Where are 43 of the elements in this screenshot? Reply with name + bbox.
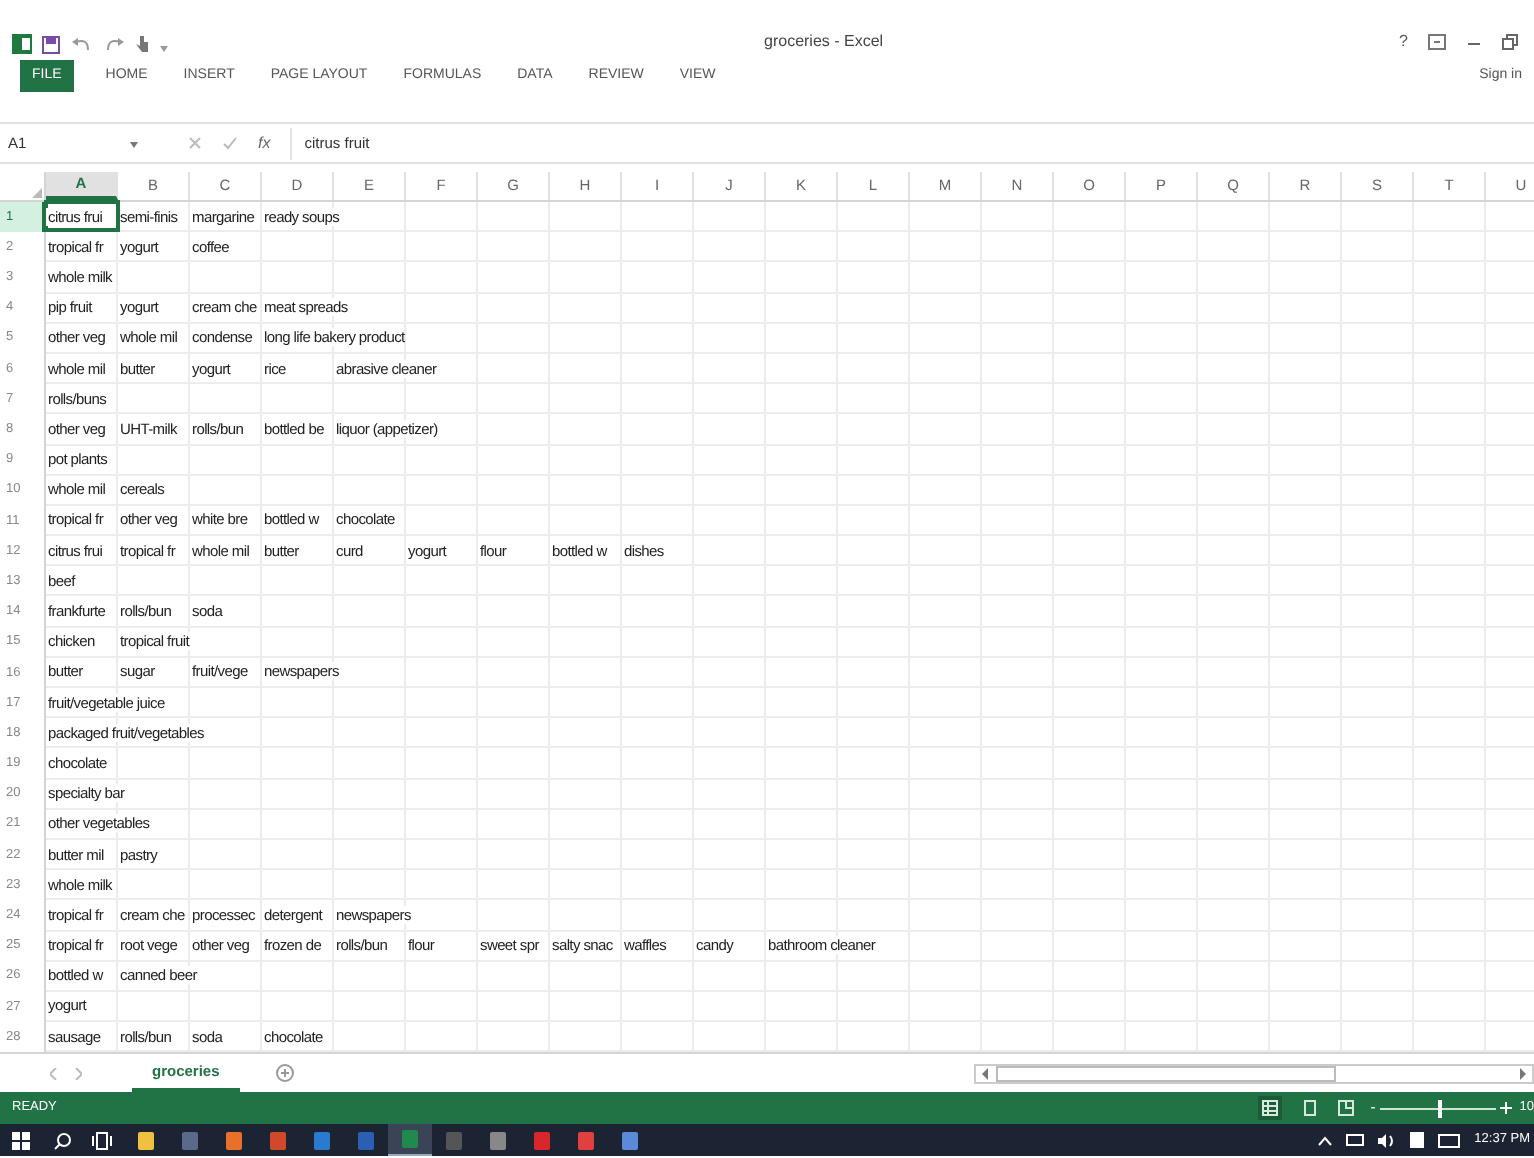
insert-function-button[interactable]: fx [258,131,271,155]
normal-view-icon[interactable] [1258,1096,1283,1121]
monitor-icon[interactable] [1346,1133,1365,1148]
app-tile-icon [534,1131,550,1150]
add-sheet-icon[interactable] [275,1064,294,1083]
scroll-right-icon[interactable] [1518,1067,1526,1080]
zoom-out-button[interactable]: - [1370,1100,1376,1117]
redo-icon[interactable] [102,36,126,54]
ribbon-display-icon[interactable] [1428,34,1446,50]
search-icon[interactable] [54,1131,72,1150]
page-layout-icon[interactable] [1302,1100,1319,1117]
app-tile-icon [446,1131,462,1150]
app-tile-icon [622,1131,638,1150]
spreadsheet-logo-icon [12,34,32,54]
caret-icon[interactable] [158,42,170,54]
chevron-up-icon[interactable] [1318,1135,1333,1146]
app-tile-icon [270,1131,286,1150]
undo-icon[interactable] [70,36,94,54]
zoom-slider-thumb[interactable] [1437,1099,1442,1118]
window-title: groceries - Excel [764,30,884,54]
zoom-in-icon[interactable] [1499,1102,1512,1115]
hand-icon[interactable] [134,34,150,54]
horizontal-scrollbar[interactable] [974,1063,1534,1084]
taskbar-button[interactable] [388,1124,432,1157]
help-button[interactable]: ? [1399,30,1408,54]
keyboard-icon[interactable] [1438,1133,1461,1148]
speaker-icon[interactable] [1378,1133,1397,1148]
app-tile-icon [402,1130,418,1149]
app-tile-icon [226,1131,242,1150]
scroll-left-icon[interactable] [982,1067,990,1080]
restore-icon[interactable] [1502,34,1518,50]
notes-icon[interactable] [1410,1132,1425,1149]
app-tile-icon [490,1131,506,1150]
app-tile-icon [182,1131,198,1150]
page-break-icon[interactable] [1338,1100,1355,1117]
app-tile-icon [314,1131,330,1150]
app-tile-icon [578,1131,594,1150]
caret-icon [128,137,140,149]
save-icon[interactable] [42,36,60,54]
windows-start-icon[interactable] [12,1131,30,1150]
app-tile-icon [358,1131,374,1150]
task-view-icon[interactable] [92,1131,112,1150]
app-tile-icon [138,1131,154,1150]
